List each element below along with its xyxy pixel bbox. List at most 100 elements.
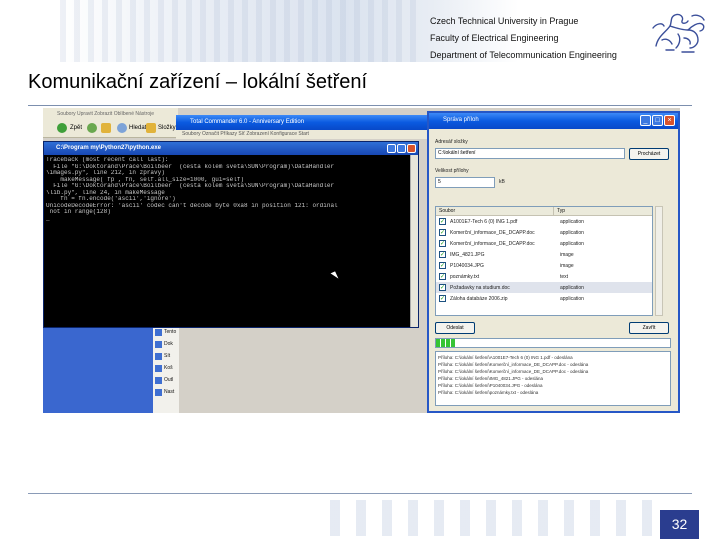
folder-up-icon[interactable] bbox=[101, 123, 111, 133]
file-type: image bbox=[560, 262, 574, 269]
desktop-icon[interactable]: Sít bbox=[153, 350, 179, 362]
size-input[interactable]: 5 bbox=[435, 177, 495, 188]
total-commander-menu[interactable]: Soubory Označit Příkazy Síť Zobrazení Ko… bbox=[176, 130, 427, 139]
send-log[interactable]: Příloha: C:\lokální šetření\A1001E7-Tech… bbox=[435, 351, 671, 406]
file-row[interactable]: ✓ Záloha databáze 2006.zip application bbox=[436, 293, 652, 304]
explorer-toolbar: Zpět Hledat Složky bbox=[43, 120, 178, 138]
file-name: Komerční_informace_DE_DCAPP.doc bbox=[450, 229, 535, 236]
close-button[interactable] bbox=[407, 144, 416, 153]
log-line: Příloha: C:\lokální šetření\Komerční_inf… bbox=[438, 369, 589, 374]
desktop-background bbox=[43, 326, 153, 413]
file-type: image bbox=[560, 251, 574, 258]
log-line: Příloha: C:\lokální šetření\P1040034.JPG… bbox=[438, 383, 543, 388]
file-row[interactable]: ✓ IMG_4821.JPG image bbox=[436, 249, 652, 260]
log-line: Příloha: C:\lokální šetření\poznámky.txt… bbox=[438, 390, 539, 395]
attachment-manager-dialog[interactable]: Správa příloh _ □ × Adresář složky C:\loká… bbox=[427, 111, 680, 413]
file-name: IMG_4821.JPG bbox=[450, 251, 485, 258]
column-header-name[interactable]: Soubor bbox=[436, 207, 554, 215]
file-row[interactable]: ✓ P1040034.JPG image bbox=[436, 260, 652, 271]
file-name: poznámky.txt bbox=[450, 273, 480, 280]
folders-icon[interactable] bbox=[146, 123, 156, 133]
header-decoration bbox=[60, 0, 420, 62]
console-title: C:\Program my\Python27\python.exe bbox=[56, 145, 162, 151]
file-name: Komerční_informace_DE_DCAPP.doc bbox=[450, 240, 535, 247]
minimize-button[interactable] bbox=[387, 144, 396, 153]
log-line: Příloha: C:\lokální šetření\Komerční_inf… bbox=[438, 362, 589, 367]
maximize-button[interactable] bbox=[397, 144, 406, 153]
slide-title: Komunikační zařízení – lokální šetření bbox=[28, 71, 368, 93]
file-row[interactable]: ✓ A1001E7-Tech 6 (0) ING 1.pdf application bbox=[436, 216, 652, 227]
file-checkbox[interactable]: ✓ bbox=[439, 273, 446, 280]
file-row[interactable]: ✓ Požadavky na studium.doc application bbox=[436, 282, 652, 293]
institution-block: Czech Technical University in Prague Fac… bbox=[430, 13, 650, 64]
total-commander-titlebar[interactable]: Total Commander 6.0 - Anniversary Editio… bbox=[176, 115, 427, 130]
ctu-lion-logo-icon bbox=[652, 13, 705, 53]
attachment-file-list[interactable]: Soubor Typ ✓ A1001E7-Tech 6 (0) ING 1.pdf… bbox=[435, 206, 653, 316]
file-checkbox[interactable]: ✓ bbox=[439, 284, 446, 291]
file-name: A1001E7-Tech 6 (0) ING 1.pdf bbox=[450, 218, 518, 225]
file-type: application bbox=[560, 229, 584, 236]
file-row[interactable]: ✓ Komerční_informace_DE_DCAPP.doc applicat… bbox=[436, 227, 652, 238]
file-checkbox[interactable]: ✓ bbox=[439, 295, 446, 302]
folder-path-input[interactable]: C:\lokální šetření bbox=[435, 148, 625, 159]
mouse-pointer-icon bbox=[330, 271, 339, 281]
file-checkbox[interactable]: ✓ bbox=[439, 251, 446, 258]
console-line: _ bbox=[46, 215, 50, 222]
python-console-window[interactable]: C:\Program my\Python27\python.exe Traceb… bbox=[43, 141, 419, 328]
console-scrollbar[interactable] bbox=[410, 155, 418, 327]
file-row[interactable]: ✓ poznámky.txt text bbox=[436, 271, 652, 282]
console-output: Traceback (most recent call last): File … bbox=[44, 155, 418, 222]
explorer-menu-bar[interactable]: Soubory Upravit Zobrazit Oblíbené Nástro… bbox=[43, 108, 178, 120]
footer-divider bbox=[28, 493, 692, 494]
size-unit: kB bbox=[499, 179, 505, 185]
folders-label[interactable]: Složky bbox=[158, 125, 176, 131]
file-type: application bbox=[560, 240, 584, 247]
file-rows: ✓ A1001E7-Tech 6 (0) ING 1.pdf application… bbox=[436, 216, 652, 304]
log-line: Příloha: C:\lokální šetření\A1001E7-Tech… bbox=[438, 355, 573, 360]
file-checkbox[interactable]: ✓ bbox=[439, 218, 446, 225]
file-checkbox[interactable]: ✓ bbox=[439, 229, 446, 236]
network-icon bbox=[155, 352, 162, 360]
column-header-type[interactable]: Typ bbox=[554, 207, 652, 215]
dialog-titlebar[interactable]: Správa příloh _ □ × bbox=[429, 113, 678, 129]
progress-fill bbox=[436, 339, 455, 347]
file-checkbox[interactable]: ✓ bbox=[439, 240, 446, 247]
documents-icon bbox=[155, 340, 162, 348]
send-button[interactable]: Odeslat bbox=[435, 322, 475, 334]
page-number: 32 bbox=[660, 510, 699, 539]
dialog-minimize-button[interactable]: _ bbox=[640, 115, 651, 126]
outlook-icon bbox=[155, 376, 162, 384]
university-name: Czech Technical University in Prague bbox=[430, 16, 579, 26]
footer-decoration bbox=[330, 500, 660, 536]
slide-header: Czech Technical University in Prague Fac… bbox=[0, 0, 720, 62]
computer-icon bbox=[155, 328, 162, 336]
file-type: application bbox=[560, 284, 584, 291]
back-arrow-icon[interactable] bbox=[57, 123, 67, 133]
desktop-icon[interactable]: Koš bbox=[153, 362, 179, 374]
back-label[interactable]: Zpět bbox=[70, 125, 82, 131]
search-icon[interactable] bbox=[117, 123, 127, 133]
desktop-icon[interactable]: Nast bbox=[153, 386, 179, 398]
search-label[interactable]: Hledat bbox=[129, 125, 146, 131]
file-row[interactable]: ✓ Komerční_informace_DE_DCAPP.doc applicat… bbox=[436, 238, 652, 249]
file-list-header: Soubor Typ bbox=[436, 207, 652, 216]
folder-label: Adresář složky bbox=[435, 139, 468, 145]
desktop-icon[interactable]: Outl bbox=[153, 374, 179, 386]
dialog-maximize-button[interactable]: □ bbox=[652, 115, 663, 126]
forward-arrow-icon[interactable] bbox=[87, 123, 97, 133]
file-list-scrollbar[interactable] bbox=[655, 206, 663, 316]
dialog-title: Správa příloh bbox=[443, 117, 479, 123]
desktop-icon[interactable]: Dok bbox=[153, 338, 179, 350]
desktop-icon-column: Tento Dok Sít Koš Outl Nast bbox=[153, 326, 179, 413]
file-name: P1040034.JPG bbox=[450, 262, 484, 269]
file-type: text bbox=[560, 273, 569, 280]
close-dialog-button[interactable]: Zavřít bbox=[629, 322, 669, 334]
file-type: application bbox=[560, 218, 584, 225]
title-divider bbox=[28, 105, 692, 106]
file-name: Požadavky na studium.doc bbox=[450, 284, 510, 291]
browse-button[interactable]: Procházet bbox=[629, 148, 669, 160]
file-checkbox[interactable]: ✓ bbox=[439, 262, 446, 269]
console-titlebar[interactable]: C:\Program my\Python27\python.exe bbox=[44, 142, 418, 155]
size-label: Velikost přílohy bbox=[435, 168, 469, 174]
dialog-close-button[interactable]: × bbox=[664, 115, 675, 126]
